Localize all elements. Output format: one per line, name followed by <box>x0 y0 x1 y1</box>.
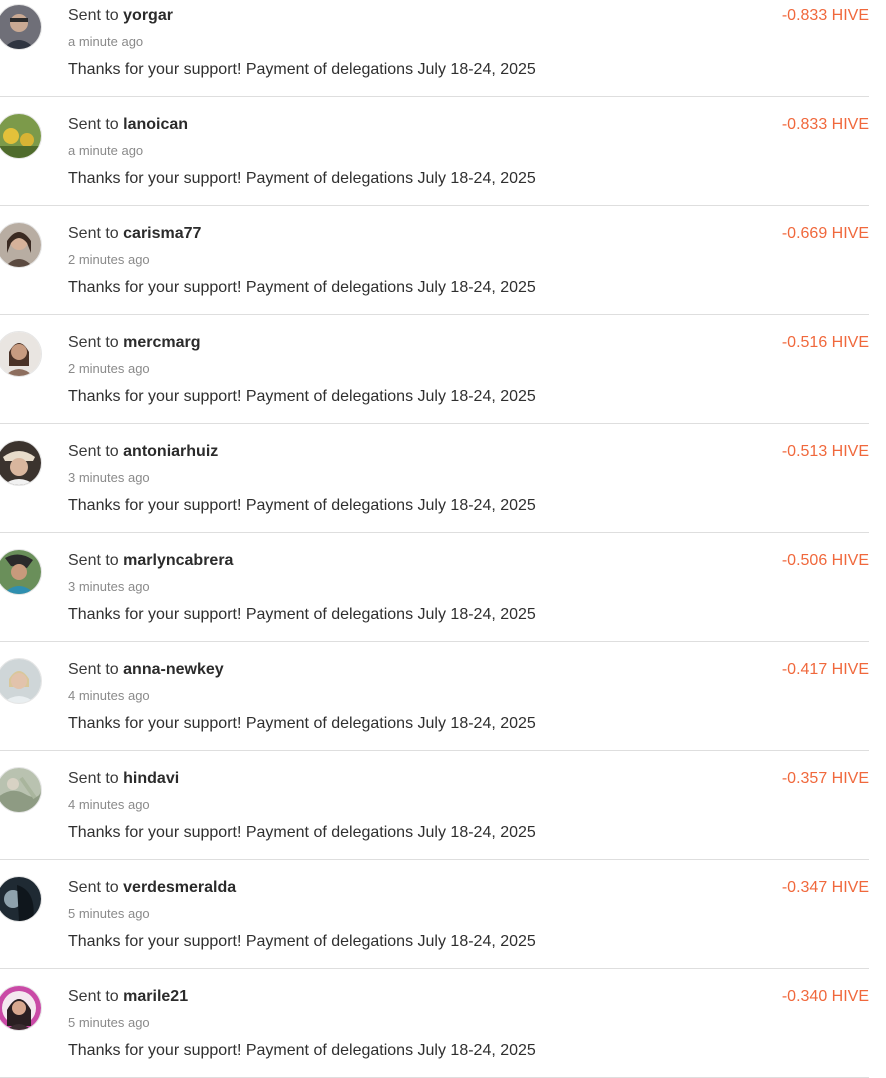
transfer-amount: -0.506 HIVE <box>781 552 869 569</box>
recipient-username[interactable]: mercmarg <box>123 334 200 351</box>
transfer-row: Sent to marile21 5 minutes ago Thanks fo… <box>0 969 886 1078</box>
transfer-amount: -0.340 HIVE <box>781 988 869 1005</box>
transfer-title: Sent to verdesmeralda <box>68 879 237 896</box>
user-avatar-icon[interactable] <box>0 549 42 595</box>
transfer-row: Sent to yorgar a minute ago Thanks for y… <box>0 0 886 97</box>
transfer-title: Sent to antoniarhuiz <box>68 443 219 460</box>
transfer-amount: -0.357 HIVE <box>781 770 869 787</box>
transfer-memo: Thanks for your support! Payment of dele… <box>68 1042 536 1059</box>
transfer-title: Sent to mercmarg <box>68 334 201 351</box>
transfer-amount: -0.417 HIVE <box>781 661 869 678</box>
transfer-title: Sent to marile21 <box>68 988 189 1005</box>
transfer-row: Sent to anna-newkey 4 minutes ago Thanks… <box>0 642 886 751</box>
transfer-memo: Thanks for your support! Payment of dele… <box>68 170 536 187</box>
transfer-title: Sent to carisma77 <box>68 225 202 242</box>
transfer-timestamp: 5 minutes ago <box>68 906 150 921</box>
transfer-memo: Thanks for your support! Payment of dele… <box>68 279 536 296</box>
user-avatar-icon[interactable] <box>0 767 42 813</box>
transfer-timestamp: 3 minutes ago <box>68 470 150 485</box>
user-avatar-icon[interactable] <box>0 113 42 159</box>
transfer-memo: Thanks for your support! Payment of dele… <box>68 715 536 732</box>
recipient-username[interactable]: hindavi <box>123 770 179 787</box>
transfer-timestamp: 2 minutes ago <box>68 361 150 376</box>
user-avatar-icon[interactable] <box>0 985 42 1031</box>
user-avatar-icon[interactable] <box>0 876 42 922</box>
recipient-username[interactable]: verdesmeralda <box>123 879 236 896</box>
transfer-timestamp: 3 minutes ago <box>68 579 150 594</box>
transfer-row: Sent to carisma77 2 minutes ago Thanks f… <box>0 206 886 315</box>
transfer-memo: Thanks for your support! Payment of dele… <box>68 606 536 623</box>
transfer-title: Sent to yorgar <box>68 7 173 24</box>
transfer-row: Sent to mercmarg 2 minutes ago Thanks fo… <box>0 315 886 424</box>
transfer-amount: -0.516 HIVE <box>781 334 869 351</box>
transfer-memo: Thanks for your support! Payment of dele… <box>68 61 536 78</box>
transfer-row: Sent to marlyncabrera 3 minutes ago Than… <box>0 533 886 642</box>
recipient-username[interactable]: anna-newkey <box>123 661 223 678</box>
transfer-amount: -0.833 HIVE <box>781 7 869 24</box>
transfer-amount: -0.513 HIVE <box>781 443 869 460</box>
user-avatar-icon[interactable] <box>0 440 42 486</box>
transfer-amount: -0.347 HIVE <box>781 879 869 896</box>
transfer-row: Sent to lanoican a minute ago Thanks for… <box>0 97 886 206</box>
transfer-timestamp: 4 minutes ago <box>68 797 150 812</box>
transfer-memo: Thanks for your support! Payment of dele… <box>68 388 536 405</box>
user-avatar-icon[interactable] <box>0 4 42 50</box>
transfer-memo: Thanks for your support! Payment of dele… <box>68 824 536 841</box>
transfer-title: Sent to lanoican <box>68 116 189 133</box>
recipient-username[interactable]: carisma77 <box>123 225 201 242</box>
recipient-username[interactable]: yorgar <box>123 7 173 24</box>
user-avatar-icon[interactable] <box>0 222 42 268</box>
recipient-username[interactable]: antoniarhuiz <box>123 443 218 460</box>
transfer-row: Sent to verdesmeralda 5 minutes ago Than… <box>0 860 886 969</box>
transfer-history-list: Sent to yorgar a minute ago Thanks for y… <box>0 0 886 1078</box>
recipient-username[interactable]: marlyncabrera <box>123 552 233 569</box>
transfer-amount: -0.833 HIVE <box>781 116 869 133</box>
transfer-row: Sent to antoniarhuiz 3 minutes ago Thank… <box>0 424 886 533</box>
transfer-amount: -0.669 HIVE <box>781 225 869 242</box>
transfer-title: Sent to marlyncabrera <box>68 552 234 569</box>
transfer-timestamp: a minute ago <box>68 34 144 49</box>
transfer-title: Sent to anna-newkey <box>68 661 224 678</box>
transfer-row: Sent to hindavi 4 minutes ago Thanks for… <box>0 751 886 860</box>
recipient-username[interactable]: lanoican <box>123 116 188 133</box>
transfer-memo: Thanks for your support! Payment of dele… <box>68 497 536 514</box>
transfer-title: Sent to hindavi <box>68 770 180 787</box>
transfer-timestamp: a minute ago <box>68 143 144 158</box>
transfer-memo: Thanks for your support! Payment of dele… <box>68 933 536 950</box>
user-avatar-icon[interactable] <box>0 658 42 704</box>
transfer-timestamp: 2 minutes ago <box>68 252 150 267</box>
recipient-username[interactable]: marile21 <box>123 988 188 1005</box>
transfer-timestamp: 5 minutes ago <box>68 1015 150 1030</box>
user-avatar-icon[interactable] <box>0 331 42 377</box>
transfer-timestamp: 4 minutes ago <box>68 688 150 703</box>
